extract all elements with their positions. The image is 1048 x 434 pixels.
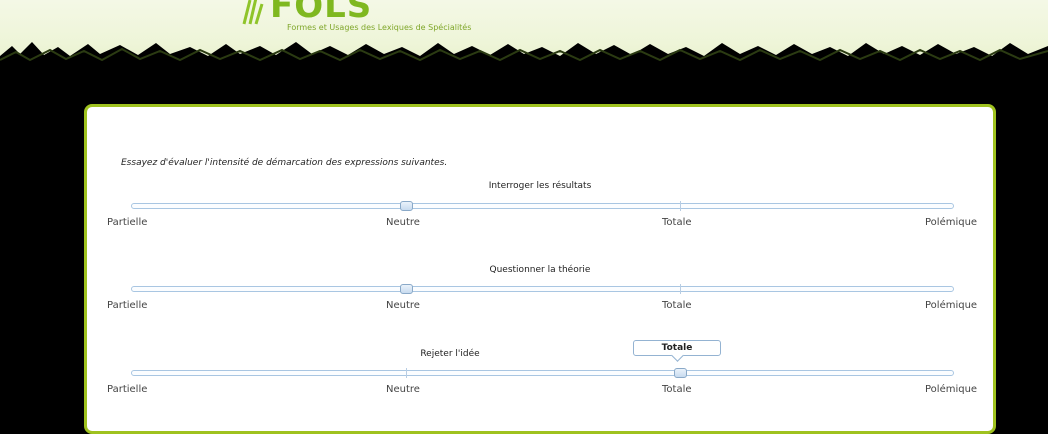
scale-label-totale: Totale (662, 300, 692, 311)
question-title-1: Interroger les résultats (488, 181, 592, 191)
slider-track-2[interactable] (131, 286, 954, 292)
scale-label-polemique: Polémique (925, 384, 978, 395)
scale-label-polemique: Polémique (925, 300, 978, 311)
slider-tick (680, 284, 681, 294)
slider-handle-2[interactable] (400, 284, 413, 294)
scale-label-neutre: Neutre (386, 217, 420, 228)
instruction-text: Essayez d'évaluer l'intensité de démarca… (121, 158, 448, 168)
grass-divider (0, 42, 1048, 84)
slider-tick (680, 201, 681, 211)
question-title-2: Questionner la théorie (489, 265, 591, 275)
slider-tick (406, 368, 407, 378)
question-title-3: Rejeter l'idée (420, 349, 480, 359)
scale-label-totale: Totale (662, 217, 692, 228)
scale-label-totale: Totale (662, 384, 692, 395)
slider-track-3[interactable] (131, 370, 954, 376)
scale-label-polemique: Polémique (925, 217, 978, 228)
slider-handle-1[interactable] (400, 201, 413, 211)
survey-panel: Essayez d'évaluer l'intensité de démarca… (84, 104, 996, 434)
scale-label-neutre: Neutre (386, 384, 420, 395)
scale-label-partielle: Partielle (107, 217, 148, 228)
slider-handle-3[interactable] (674, 368, 687, 378)
scale-label-partielle: Partielle (107, 384, 148, 395)
logo-subtitle: Formes et Usages des Lexiques de Spécial… (287, 23, 472, 32)
value-tooltip: Totale (633, 340, 721, 356)
slider-track-1[interactable] (131, 203, 954, 209)
scale-label-neutre: Neutre (386, 300, 420, 311)
scale-label-partielle: Partielle (107, 300, 148, 311)
